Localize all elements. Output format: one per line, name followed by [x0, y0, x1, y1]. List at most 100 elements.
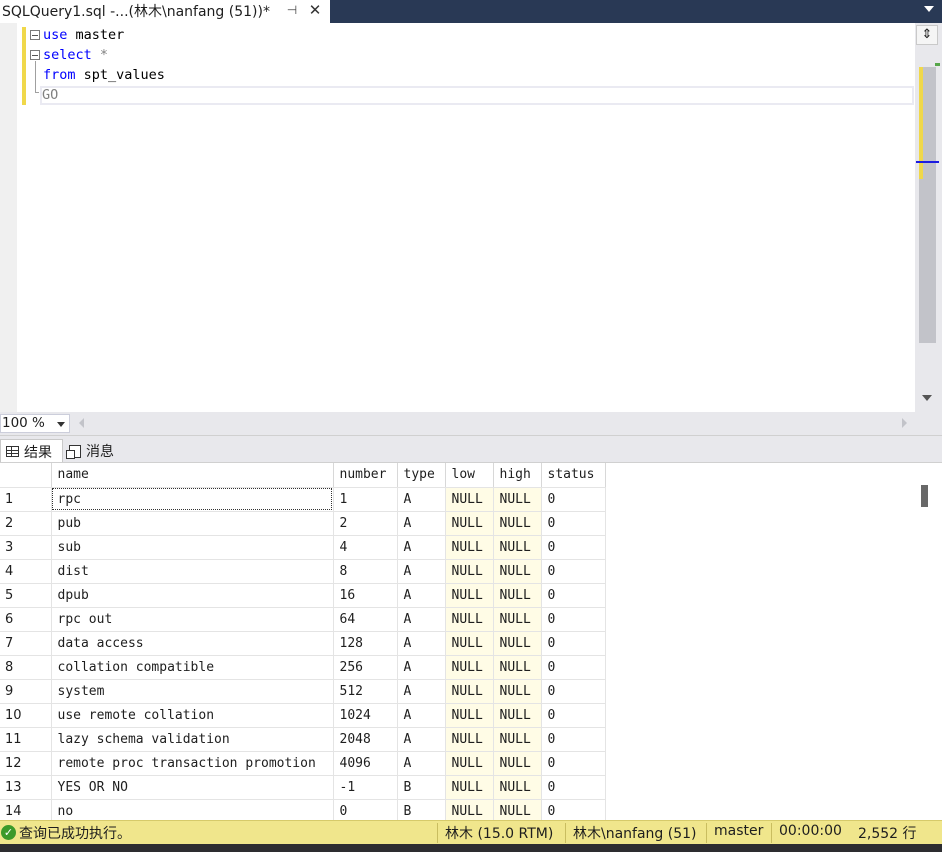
cell-high[interactable]: NULL	[493, 559, 542, 584]
column-header[interactable]: status	[541, 463, 606, 488]
scrollbar-thumb[interactable]	[921, 485, 928, 507]
cell-name[interactable]: lazy schema validation	[51, 727, 334, 752]
cell-type[interactable]: A	[397, 655, 446, 680]
cell-type[interactable]: A	[397, 751, 446, 776]
scroll-right-icon[interactable]	[902, 418, 907, 428]
cell-high[interactable]: NULL	[493, 631, 542, 656]
pin-icon[interactable]: ⊣	[285, 3, 299, 17]
cell-number[interactable]: 4	[333, 535, 398, 560]
cell-type[interactable]: A	[397, 535, 446, 560]
cell-status[interactable]: 0	[541, 703, 606, 728]
column-header[interactable]: number	[333, 463, 398, 488]
query-editor[interactable]: use master select * from spt_values GO ⇕	[0, 23, 942, 412]
cell-status[interactable]: 0	[541, 799, 606, 820]
scroll-down-icon[interactable]	[922, 395, 932, 401]
cell-name[interactable]: pub	[51, 511, 334, 536]
cell-status[interactable]: 0	[541, 775, 606, 800]
row-number[interactable]: 7	[0, 631, 52, 656]
cell-high[interactable]: NULL	[493, 511, 542, 536]
cell-name[interactable]: remote proc transaction promotion	[51, 751, 334, 776]
cell-status[interactable]: 0	[541, 559, 606, 584]
row-number[interactable]: 4	[0, 559, 52, 584]
cell-low[interactable]: NULL	[445, 559, 494, 584]
cell-high[interactable]: NULL	[493, 751, 542, 776]
cell-high[interactable]: NULL	[493, 799, 542, 820]
cell-name[interactable]: system	[51, 679, 334, 704]
cell-low[interactable]: NULL	[445, 511, 494, 536]
zoom-select[interactable]: 100 %	[0, 414, 70, 433]
row-number[interactable]: 5	[0, 583, 52, 608]
column-header[interactable]: type	[397, 463, 446, 488]
cell-status[interactable]: 0	[541, 679, 606, 704]
cell-type[interactable]: A	[397, 607, 446, 632]
table-row[interactable]: 2 pub 2 A NULL NULL 0	[0, 511, 606, 536]
cell-name[interactable]: rpc	[51, 487, 334, 512]
column-header[interactable]: name	[51, 463, 334, 488]
cell-high[interactable]: NULL	[493, 679, 542, 704]
cell-type[interactable]: A	[397, 583, 446, 608]
cell-low[interactable]: NULL	[445, 487, 494, 512]
cell-number[interactable]: 2	[333, 511, 398, 536]
cell-name[interactable]: dist	[51, 559, 334, 584]
cell-low[interactable]: NULL	[445, 583, 494, 608]
cell-status[interactable]: 0	[541, 751, 606, 776]
cell-name[interactable]: sub	[51, 535, 334, 560]
cell-type[interactable]: A	[397, 727, 446, 752]
corner-cell[interactable]	[0, 463, 52, 488]
cell-number[interactable]: 128	[333, 631, 398, 656]
cell-number[interactable]: 16	[333, 583, 398, 608]
cell-low[interactable]: NULL	[445, 535, 494, 560]
cell-number[interactable]: 1	[333, 487, 398, 512]
split-view-icon[interactable]: ⇕	[916, 25, 938, 45]
cell-type[interactable]: A	[397, 703, 446, 728]
cell-number[interactable]: 512	[333, 679, 398, 704]
tab-results[interactable]: 结果	[0, 439, 63, 463]
table-row[interactable]: 12 remote proc transaction promotion 4096 A…	[0, 751, 606, 776]
cell-name[interactable]: data access	[51, 631, 334, 656]
table-row[interactable]: 8 collation compatible 256 A NULL NULL 0	[0, 655, 606, 680]
row-number[interactable]: 1	[0, 487, 52, 512]
table-row[interactable]: 6 rpc out 64 A NULL NULL 0	[0, 607, 606, 632]
cell-high[interactable]: NULL	[493, 775, 542, 800]
cell-high[interactable]: NULL	[493, 583, 542, 608]
cell-number[interactable]: 256	[333, 655, 398, 680]
cell-type[interactable]: A	[397, 511, 446, 536]
cell-low[interactable]: NULL	[445, 775, 494, 800]
cell-low[interactable]: NULL	[445, 727, 494, 752]
cell-status[interactable]: 0	[541, 487, 606, 512]
tab-list-dropdown-icon[interactable]	[924, 6, 934, 12]
cell-number[interactable]: 4096	[333, 751, 398, 776]
cell-low[interactable]: NULL	[445, 655, 494, 680]
cell-name[interactable]: collation compatible	[51, 655, 334, 680]
column-header[interactable]: high	[493, 463, 542, 488]
cell-name[interactable]: no	[51, 799, 334, 820]
cell-low[interactable]: NULL	[445, 799, 494, 820]
document-tab[interactable]: SQLQuery1.sql -...(林木\nanfang (51))* ⊣ ✕	[0, 0, 330, 23]
cell-status[interactable]: 0	[541, 607, 606, 632]
row-number[interactable]: 13	[0, 775, 52, 800]
collapse-icon[interactable]	[30, 50, 40, 60]
table-row[interactable]: 14 no 0 B NULL NULL 0	[0, 799, 606, 820]
table-row[interactable]: 3 sub 4 A NULL NULL 0	[0, 535, 606, 560]
cell-number[interactable]: 64	[333, 607, 398, 632]
cell-status[interactable]: 0	[541, 631, 606, 656]
row-number[interactable]: 3	[0, 535, 52, 560]
results-vertical-scrollbar[interactable]	[915, 463, 942, 820]
cell-low[interactable]: NULL	[445, 751, 494, 776]
cell-status[interactable]: 0	[541, 583, 606, 608]
cell-name[interactable]: dpub	[51, 583, 334, 608]
cell-type[interactable]: A	[397, 559, 446, 584]
row-number[interactable]: 14	[0, 799, 52, 820]
row-number[interactable]: 11	[0, 727, 52, 752]
cell-type[interactable]: A	[397, 679, 446, 704]
row-number[interactable]: 8	[0, 655, 52, 680]
cell-number[interactable]: 8	[333, 559, 398, 584]
row-number[interactable]: 9	[0, 679, 52, 704]
table-row[interactable]: 7 data access 128 A NULL NULL 0	[0, 631, 606, 656]
cell-high[interactable]: NULL	[493, 607, 542, 632]
cell-high[interactable]: NULL	[493, 727, 542, 752]
cell-name[interactable]: use remote collation	[51, 703, 334, 728]
collapse-icon[interactable]	[30, 30, 40, 40]
cell-high[interactable]: NULL	[493, 703, 542, 728]
column-header[interactable]: low	[445, 463, 494, 488]
